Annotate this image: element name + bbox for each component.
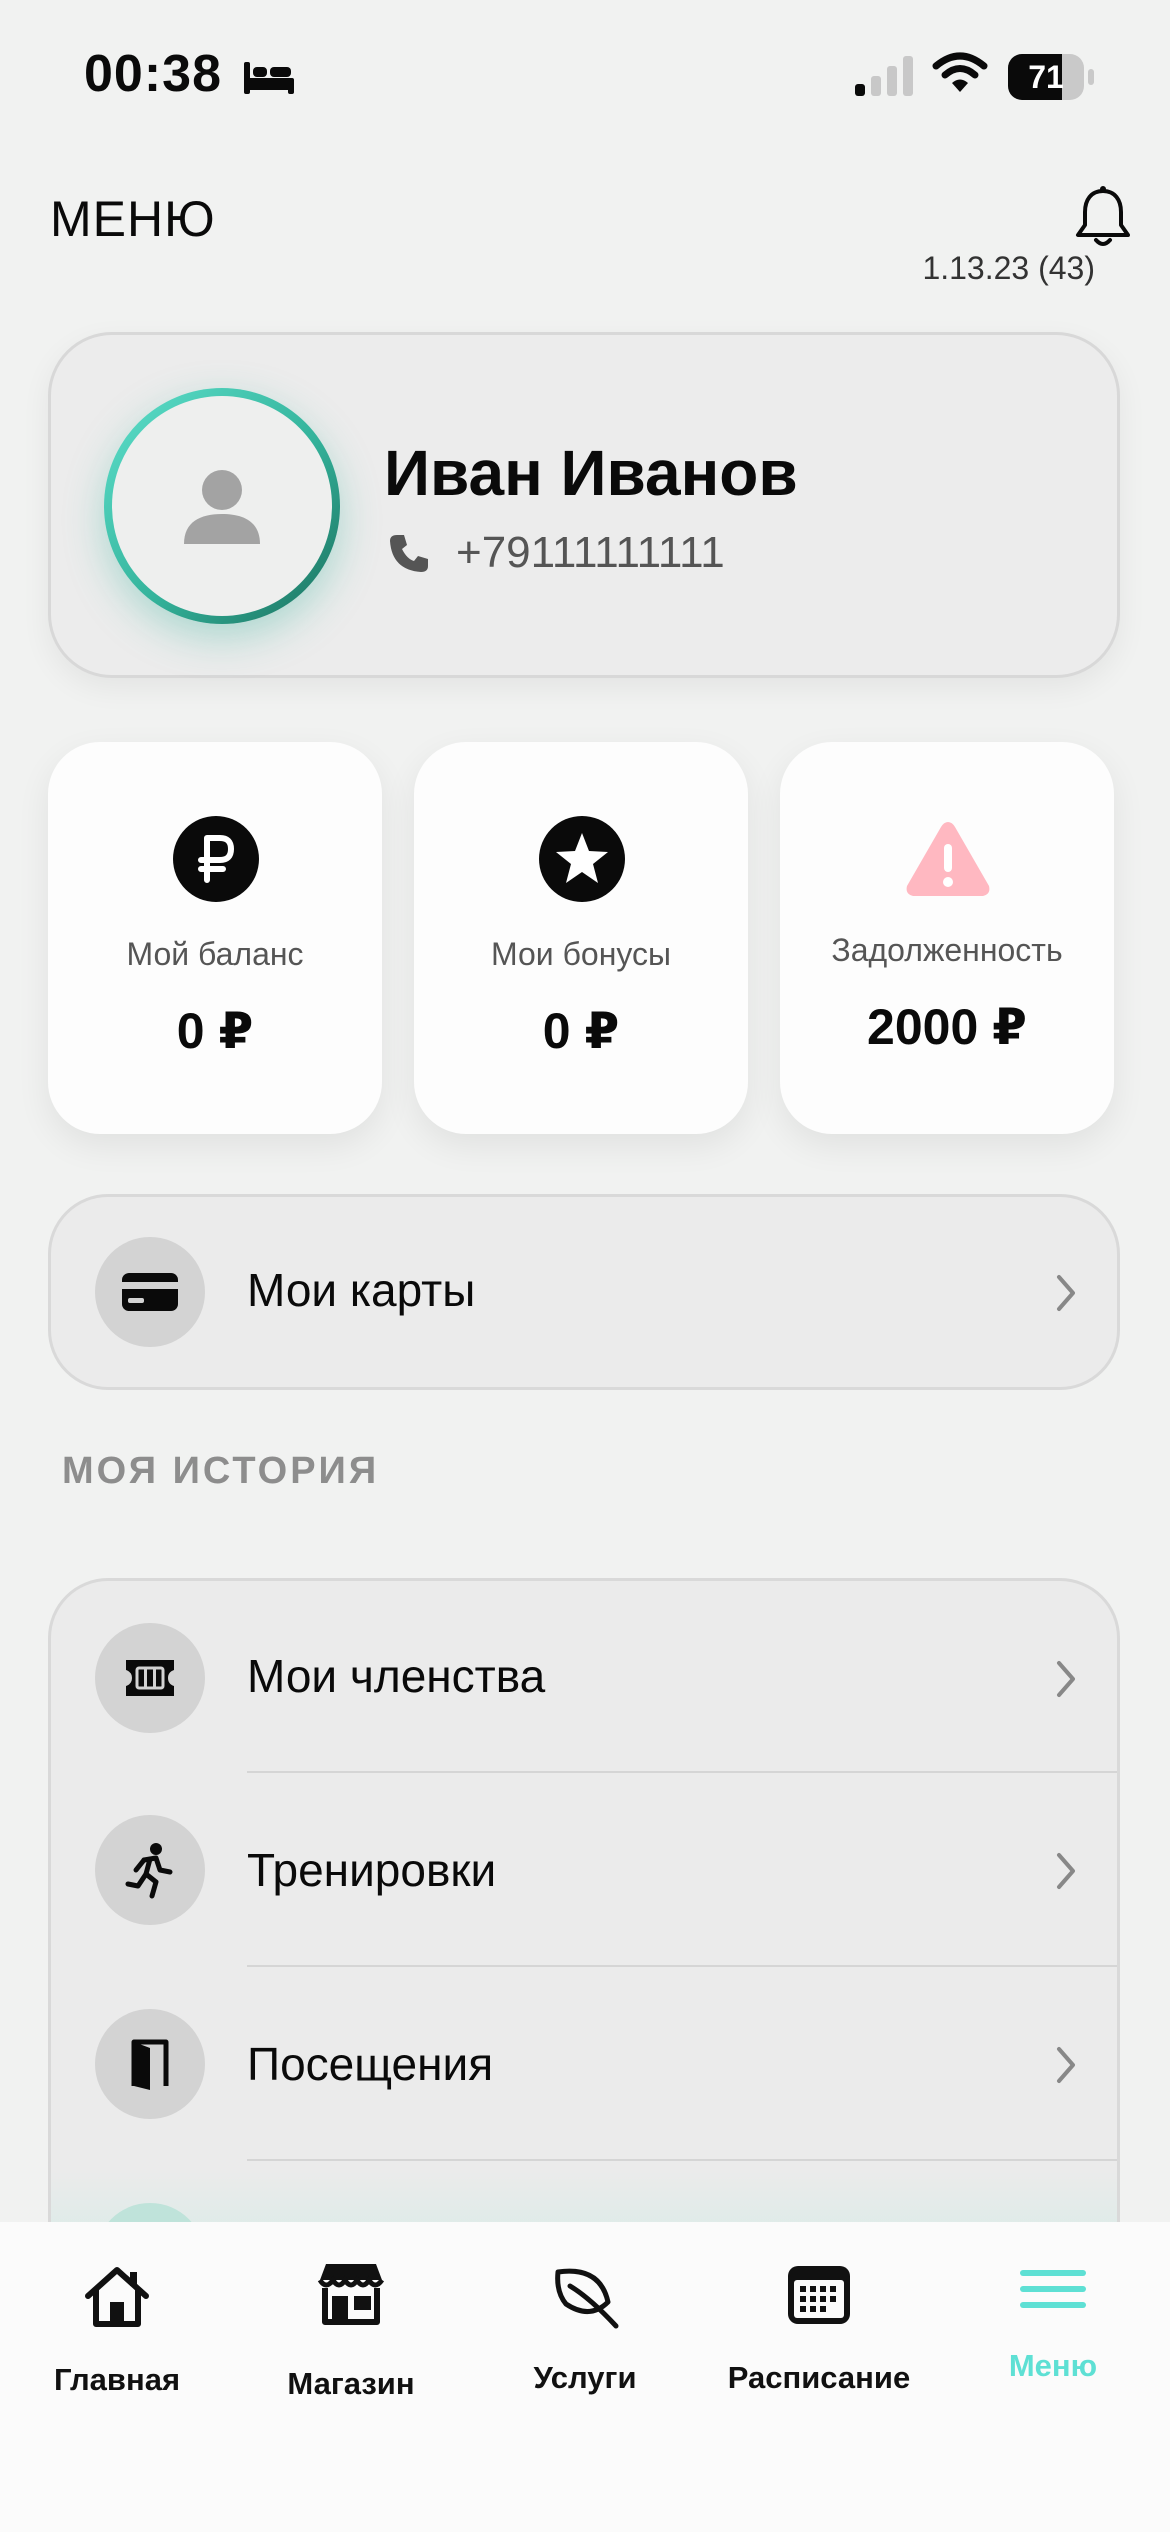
nav-services-label: Услуги [533,2360,637,2395]
status-time: 00:38 [84,45,222,103]
membership-icon-circle [95,1623,205,1733]
profile-name: Иван Иванов [384,437,798,509]
nav-home-label: Главная [53,2362,181,2397]
home-icon [85,2267,149,2327]
profile-phone: +79111111111 [456,528,725,577]
calendar-icon [788,2266,850,2324]
nav-store-label: Магазин [287,2366,415,2401]
credit-card-icon [122,1273,178,1311]
trainings-icon-circle [95,1815,205,1925]
nav-home[interactable]: Главная [0,2222,234,2422]
running-icon [125,1843,173,1899]
divider [247,2159,1117,2161]
phone-icon [390,535,428,572]
bonus-card[interactable]: Мои бонусы 0 ₽ [414,742,748,1134]
door-icon [131,2039,169,2090]
leaf-icon [555,2268,619,2329]
balance-card[interactable]: Мой баланс 0 ₽ [48,742,382,1134]
chevron-right-icon [1057,2047,1075,2083]
bed-icon [244,62,294,94]
balance-label: Мой баланс [126,936,304,972]
chevron-right-icon [1057,1661,1075,1697]
ticket-icon [126,1660,174,1696]
nav-schedule-label: Расписание [727,2360,911,2395]
bell-icon[interactable] [1072,185,1134,251]
nav-menu-label: Меню [1008,2348,1098,2383]
nav-schedule[interactable]: Расписание [702,2222,936,2422]
trainings-item[interactable]: Тренировки [247,1843,496,1897]
my-cards-label: Мои карты [247,1264,476,1316]
memberships-item[interactable]: Мои членства [247,1649,545,1703]
page-title: МЕНЮ [50,191,216,247]
debt-value: 2000 ₽ [867,999,1027,1055]
menu-icon [1020,2270,1086,2308]
nav-menu[interactable]: Меню [936,2222,1170,2422]
nav-services[interactable]: Услуги [468,2222,702,2422]
wifi-icon [932,52,988,92]
chevron-right-icon [1057,1853,1075,1889]
visits-icon-circle [95,2009,205,2119]
nav-store[interactable]: Магазин [234,2222,468,2422]
battery-indicator: 71 [1008,54,1094,100]
bonus-label: Мои бонусы [490,936,671,972]
chevron-right-icon [1057,1275,1075,1311]
bonus-value: 0 ₽ [542,1003,620,1059]
divider [247,1965,1117,1967]
store-icon [317,2264,385,2325]
my-cards-item[interactable]: Мои карты [48,1194,1120,1390]
person-icon [184,470,260,544]
bottom-nav: Главная Магазин Услуги Расписание Меню [0,2222,1170,2532]
warning-icon [906,822,990,896]
debt-card[interactable]: Задолженность 2000 ₽ [780,742,1114,1134]
signal-icon [855,56,913,96]
debt-label: Задолженность [831,932,1063,968]
balance-value: 0 ₽ [176,1003,254,1059]
history-section-title: МОЯ ИСТОРИЯ [62,1450,380,1492]
visits-item[interactable]: Посещения [247,2037,493,2091]
star-icon [539,816,625,902]
battery-level: 71 [1028,59,1064,95]
avatar[interactable] [104,388,340,624]
divider [247,1771,1117,1773]
app-version: 1.13.23 (43) [922,250,1095,286]
ruble-icon [173,816,259,902]
